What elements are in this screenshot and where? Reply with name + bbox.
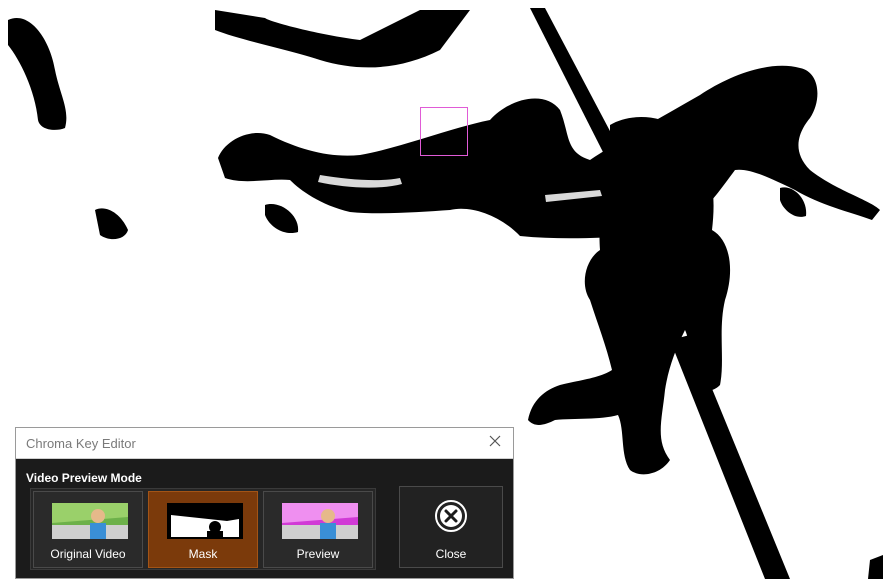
mode-mask-button[interactable]: Mask bbox=[148, 491, 258, 568]
chroma-key-editor-window: Chroma Key Editor Video Preview Mode Ori… bbox=[15, 427, 514, 579]
mode-preview-button[interactable]: Preview bbox=[263, 491, 373, 568]
close-x-icon[interactable] bbox=[487, 433, 503, 449]
color-sample-selection[interactable] bbox=[420, 107, 468, 156]
mask-shape bbox=[218, 65, 880, 239]
close-button[interactable]: Close bbox=[399, 486, 503, 568]
mask-shape bbox=[8, 18, 67, 130]
title-bar[interactable]: Chroma Key Editor bbox=[16, 428, 513, 459]
mode-label: Original Video bbox=[50, 547, 126, 561]
mask-shape bbox=[265, 204, 299, 234]
close-circle-icon bbox=[435, 500, 467, 532]
mode-label: Mask bbox=[188, 547, 218, 561]
mode-original-video-button[interactable]: Original Video bbox=[33, 491, 143, 568]
mask-shape bbox=[95, 208, 128, 240]
mask-shape bbox=[868, 555, 883, 579]
mode-label: Preview bbox=[296, 547, 340, 561]
original-video-thumbnail-icon bbox=[52, 503, 128, 539]
close-button-label: Close bbox=[435, 547, 467, 561]
section-label: Video Preview Mode bbox=[26, 471, 142, 485]
mask-thumbnail-icon bbox=[167, 503, 243, 539]
preview-mode-group: Original Video Mask Preview bbox=[30, 488, 376, 570]
mask-shape bbox=[670, 335, 790, 579]
mask-shape bbox=[215, 10, 470, 68]
preview-thumbnail-icon bbox=[282, 503, 358, 539]
window-title: Chroma Key Editor bbox=[26, 436, 136, 451]
